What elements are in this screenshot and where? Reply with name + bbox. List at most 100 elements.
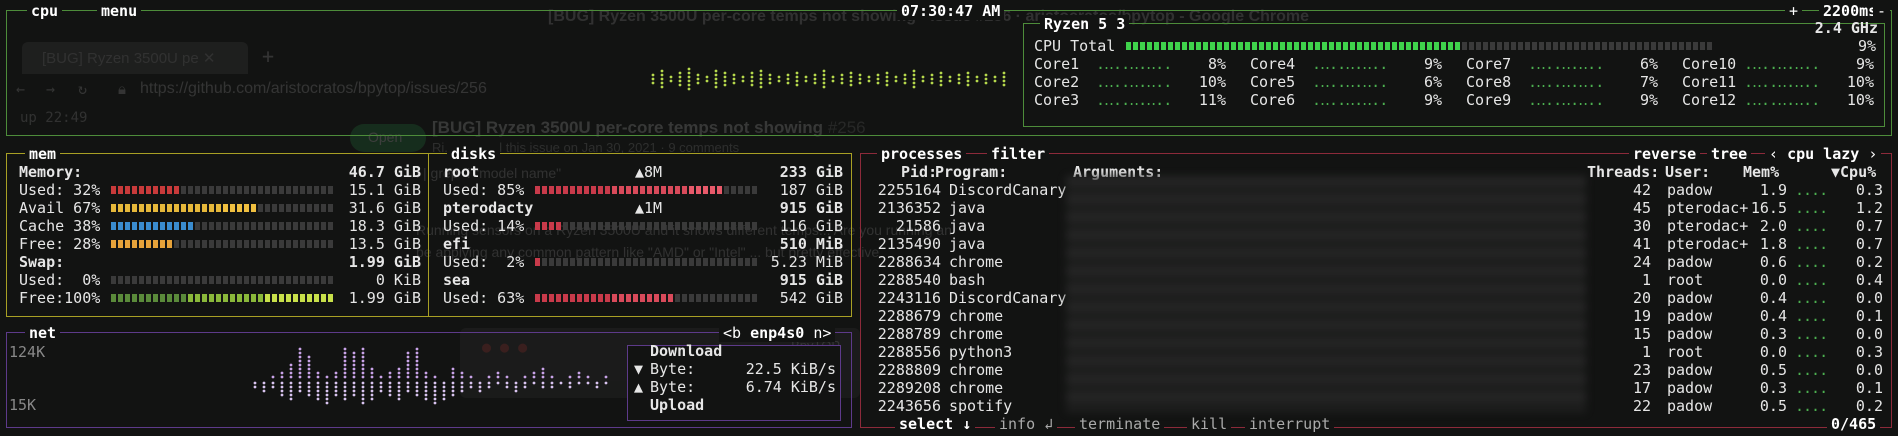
memory-row-bar-segment bbox=[293, 186, 298, 194]
memory-row-bar-segment bbox=[167, 186, 172, 194]
sort-selector[interactable]: ‹ cpu lazy › bbox=[1765, 145, 1882, 163]
net-download-dot bbox=[595, 385, 599, 389]
cpu-total-bar-segment bbox=[1133, 42, 1138, 50]
sort-prev-button[interactable]: ‹ bbox=[1769, 145, 1778, 163]
net-upload-dot bbox=[415, 363, 419, 367]
process-cpu-sparkline: .... bbox=[1795, 181, 1828, 199]
cpu-graph-dot bbox=[822, 69, 826, 73]
swap-row-bar-segment bbox=[118, 294, 123, 302]
process-user: padow bbox=[1667, 253, 1713, 271]
cpu-graph-dot bbox=[921, 79, 925, 83]
cpu-total-bar-segment bbox=[1553, 42, 1558, 50]
memory-row-bar-segment bbox=[300, 240, 305, 248]
swap-row-bar-segment bbox=[321, 276, 326, 284]
memory-row-bar-segment bbox=[293, 204, 298, 212]
sort-next-button[interactable]: › bbox=[1868, 145, 1877, 163]
interrupt-button[interactable]: interrupt bbox=[1245, 415, 1335, 433]
disk-used-bar-segment bbox=[619, 294, 624, 302]
net-download-dot bbox=[577, 381, 581, 385]
cpu-graph-dot bbox=[759, 77, 763, 81]
cpu-frequency: 2.4 GHz bbox=[1814, 19, 1878, 37]
disk-used-bar-segment bbox=[640, 186, 645, 194]
cpu-box-label[interactable]: cpu bbox=[27, 2, 63, 20]
select-button[interactable]: select ↓ bbox=[895, 415, 976, 433]
header-pid[interactable]: Pid: bbox=[901, 163, 937, 181]
mem-box-label[interactable]: mem bbox=[25, 145, 61, 163]
disk-name[interactable]: efi bbox=[443, 235, 470, 253]
net-download-dot bbox=[451, 381, 455, 385]
net-upload-dot bbox=[406, 351, 410, 355]
cpu-total-bar-segment bbox=[1665, 42, 1670, 50]
memory-row-bar-segment bbox=[244, 186, 249, 194]
header-threads[interactable]: Threads: bbox=[1587, 163, 1659, 181]
cpu-total-bar-segment bbox=[1497, 42, 1502, 50]
header-program[interactable]: Program: bbox=[935, 163, 1007, 181]
net-download-dot bbox=[280, 393, 284, 397]
process-program: chrome bbox=[949, 325, 1004, 343]
filter-button[interactable]: filter bbox=[987, 145, 1050, 163]
memory-row-bar-segment bbox=[251, 186, 256, 194]
net-upload-dot bbox=[388, 371, 392, 375]
download-rate: 22.5 KiB/s bbox=[745, 360, 836, 378]
disk-name[interactable]: pterodacty bbox=[443, 199, 533, 217]
cpu-graph-dot bbox=[723, 83, 727, 87]
interval-increase-button[interactable]: + bbox=[1785, 2, 1803, 20]
disk-used-value: 5.23 MiB bbox=[770, 253, 843, 271]
disk-used-bar-segment bbox=[563, 294, 568, 302]
header-cpu[interactable]: ▼Cpu% bbox=[1831, 163, 1876, 181]
process-program: DiscordCanary bbox=[949, 181, 1067, 199]
terminate-button[interactable]: terminate bbox=[1075, 415, 1165, 433]
cpu-graph-dot bbox=[804, 79, 808, 83]
cpu-graph-dot bbox=[705, 79, 709, 83]
disk-name[interactable]: root bbox=[443, 163, 479, 181]
disk-io: ▲1M bbox=[635, 199, 663, 217]
memory-row-bar-segment bbox=[174, 222, 179, 230]
processes-box-label[interactable]: processes bbox=[877, 145, 967, 163]
net-box-label[interactable]: net bbox=[25, 324, 61, 342]
iface-prev-button[interactable]: <b bbox=[723, 324, 741, 342]
net-upload-dot bbox=[343, 367, 347, 371]
cpu-graph-dot bbox=[912, 69, 916, 73]
disk-used-bar-segment bbox=[612, 258, 617, 266]
swap-row-bar-segment bbox=[230, 276, 235, 284]
disks-box-label[interactable]: disks bbox=[447, 145, 501, 163]
process-threads: 22 bbox=[1632, 397, 1651, 415]
disk-used-bar-segment bbox=[661, 258, 666, 266]
memory-row-bar bbox=[111, 186, 333, 194]
tree-button[interactable]: tree bbox=[1707, 145, 1752, 163]
net-upload-dot bbox=[307, 367, 311, 371]
net-download-dot bbox=[361, 393, 365, 397]
net-download-dot bbox=[451, 393, 455, 397]
net-download-dot bbox=[406, 385, 410, 389]
memory-row-bar-segment bbox=[244, 240, 249, 248]
iface-next-button[interactable]: n> bbox=[813, 324, 831, 342]
header-user[interactable]: User: bbox=[1665, 163, 1710, 181]
process-threads: 41 bbox=[1632, 235, 1651, 253]
net-interface-selector[interactable]: <b enp4s0 n> bbox=[719, 324, 836, 342]
net-download-dot bbox=[379, 381, 383, 385]
net-scale-bottom: 15K bbox=[9, 396, 37, 414]
net-upload-dot bbox=[532, 375, 536, 379]
cpu-total-bar-segment bbox=[1280, 42, 1285, 50]
net-upload-dot bbox=[334, 375, 338, 379]
disk-name[interactable]: sea bbox=[443, 271, 470, 289]
memory-row-bar-segment bbox=[265, 204, 270, 212]
process-user: root bbox=[1667, 271, 1704, 289]
process-count: 0/465 bbox=[1827, 415, 1881, 433]
cpu-graph-dot bbox=[894, 79, 898, 83]
disk-used-bar-segment bbox=[654, 222, 659, 230]
kill-button[interactable]: kill bbox=[1187, 415, 1232, 433]
cpu-core-name: Core8 bbox=[1466, 73, 1512, 91]
reverse-button[interactable]: reverse bbox=[1629, 145, 1701, 163]
disk-used-bar-segment bbox=[612, 186, 617, 194]
header-mem[interactable]: Mem% bbox=[1743, 163, 1779, 181]
cpu-total-bar-segment bbox=[1154, 42, 1159, 50]
info-button[interactable]: info ↲ bbox=[995, 415, 1058, 433]
menu-button[interactable]: menu bbox=[97, 2, 142, 20]
disk-used-bar-segment bbox=[738, 294, 743, 302]
cpu-total-bar-segment bbox=[1413, 42, 1418, 50]
memory-row-bar-segment bbox=[202, 186, 207, 194]
interval-decrease-button[interactable]: - bbox=[1873, 2, 1891, 20]
disk-used-value: 542 GiB bbox=[779, 289, 843, 307]
net-upload-dot bbox=[406, 359, 410, 363]
